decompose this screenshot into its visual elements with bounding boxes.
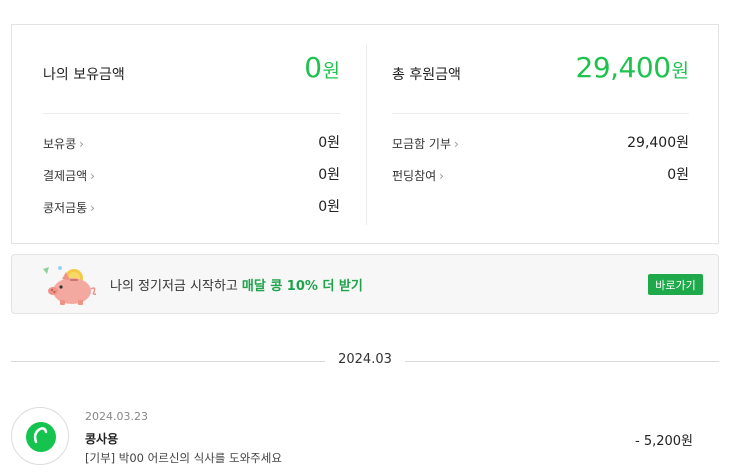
total-donation-title: 총 후원금액 bbox=[392, 67, 461, 83]
total-donation-amount: 29,400원 bbox=[575, 51, 689, 84]
vertical-divider bbox=[366, 43, 367, 225]
bean-savings-link[interactable]: 콩저금통 bbox=[43, 199, 87, 216]
payment-amount-link[interactable]: 결제금액 bbox=[43, 167, 87, 184]
funding-participation-value: 0원 bbox=[667, 167, 689, 183]
chevron-right-icon: › bbox=[79, 136, 84, 151]
bean-logo-icon bbox=[11, 407, 69, 465]
transaction-date: 2024.03.23 bbox=[85, 410, 148, 423]
payment-amount-value: 0원 bbox=[318, 167, 340, 183]
chevron-right-icon: › bbox=[454, 136, 459, 151]
holding-bean-value: 0원 bbox=[318, 135, 340, 151]
funding-participation-row[interactable]: 펀딩참여 › 0원 bbox=[392, 164, 689, 184]
fundraising-donation-link[interactable]: 모금함 기부 bbox=[392, 135, 451, 152]
transaction-title: 콩사용 bbox=[85, 432, 119, 446]
banner-highlight: 매달 콩 10% 더 받기 bbox=[241, 279, 363, 294]
divider bbox=[392, 113, 689, 114]
bean-savings-value: 0원 bbox=[318, 199, 340, 215]
total-donation-section: 총 후원금액 29,400원 모금함 기부 › 29,400원 펀딩참여 › 0원 bbox=[392, 25, 689, 243]
fundraising-donation-row[interactable]: 모금함 기부 › 29,400원 bbox=[392, 132, 689, 152]
funding-participation-link[interactable]: 펀딩참여 bbox=[392, 167, 436, 184]
holding-amount-title: 나의 보유금액 bbox=[43, 67, 125, 83]
total-donation-header: 총 후원금액 29,400원 bbox=[392, 51, 689, 93]
chevron-right-icon: › bbox=[90, 168, 95, 183]
summary-panel: 나의 보유금액 0원 보유콩 › 0원 결제금액 › 0원 콩저금통 › 0원 총 후… bbox=[11, 24, 719, 244]
banner-message: 나의 정기저금 시작하고 매달 콩 10% 더 받기 bbox=[110, 275, 363, 294]
banner-text: 나의 정기저금 시작하고 bbox=[110, 279, 238, 294]
payment-amount-row[interactable]: 결제금액 › 0원 bbox=[43, 164, 340, 184]
holding-bean-link[interactable]: 보유콩 bbox=[43, 135, 76, 152]
transaction-item[interactable]: 2024.03.23 콩사용 [기부] 박00 어르신의 식사를 도와주세요 -… bbox=[11, 404, 719, 474]
savings-promo-banner[interactable]: 나의 정기저금 시작하고 매달 콩 10% 더 받기 바로가기 bbox=[11, 254, 719, 314]
holding-amount-section: 나의 보유금액 0원 보유콩 › 0원 결제금액 › 0원 콩저금통 › 0원 bbox=[43, 25, 340, 243]
fundraising-donation-value: 29,400원 bbox=[627, 135, 689, 151]
divider bbox=[43, 113, 340, 114]
piggy-bank-icon bbox=[40, 265, 102, 307]
holding-amount-total: 0원 bbox=[304, 51, 340, 84]
chevron-right-icon: › bbox=[439, 168, 444, 183]
go-button[interactable]: 바로가기 bbox=[648, 274, 703, 295]
transaction-description: [기부] 박00 어르신의 식사를 도와주세요 bbox=[85, 451, 282, 465]
month-label: 2024.03 bbox=[338, 352, 392, 367]
month-separator: 2024.03 bbox=[11, 350, 719, 372]
holding-bean-row[interactable]: 보유콩 › 0원 bbox=[43, 132, 340, 152]
transaction-amount: - 5,200원 bbox=[635, 434, 693, 449]
bean-savings-row[interactable]: 콩저금통 › 0원 bbox=[43, 196, 340, 216]
chevron-right-icon: › bbox=[90, 200, 95, 215]
holding-amount-header: 나의 보유금액 0원 bbox=[43, 51, 340, 93]
